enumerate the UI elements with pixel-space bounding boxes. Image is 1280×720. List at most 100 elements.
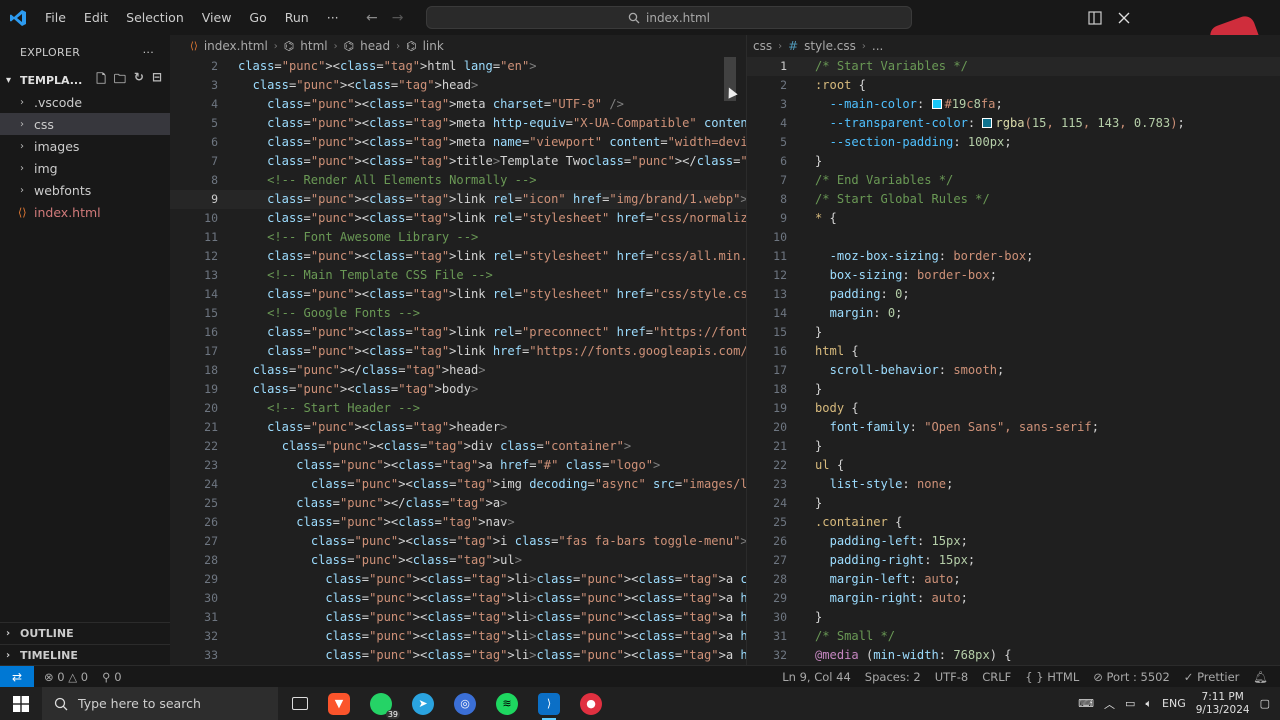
code-line[interactable]: 19 body {: [747, 399, 1280, 418]
breadcrumb-item[interactable]: head: [360, 39, 390, 53]
code-line[interactable]: 14 class="punc"><class="tag">link rel="s…: [170, 285, 746, 304]
code-line[interactable]: 33 class="punc"><class="tag">li>class="p…: [170, 646, 746, 665]
code-line[interactable]: 4 --transparent-color: rgba(15, 115, 143…: [747, 114, 1280, 133]
menu-edit[interactable]: Edit: [75, 0, 117, 35]
code-line[interactable]: 11 -moz-box-sizing: border-box;: [747, 247, 1280, 266]
code-line[interactable]: 30}: [747, 608, 1280, 627]
language-mode[interactable]: { } HTML: [1025, 670, 1079, 684]
language-indicator[interactable]: ENG: [1162, 697, 1186, 710]
code-line[interactable]: 5 class="punc"><class="tag">meta http-eq…: [170, 114, 746, 133]
code-line[interactable]: 26 class="punc"><class="tag">nav>: [170, 513, 746, 532]
code-line[interactable]: 12 box-sizing: border-box;: [747, 266, 1280, 285]
breadcrumb-item[interactable]: css: [753, 39, 772, 53]
code-line[interactable]: 9 class="punc"><class="tag">link rel="ic…: [170, 190, 746, 209]
explorer-more-button[interactable]: ···: [143, 46, 154, 59]
code-area[interactable]: 2 class="punc"><class="tag">html lang="en…: [170, 57, 746, 665]
code-line[interactable]: 2:root {: [747, 76, 1280, 95]
notifications-bell-icon[interactable]: 🔔︎: [1253, 670, 1268, 684]
code-line[interactable]: 28 class="punc"><class="tag">ul>: [170, 551, 746, 570]
code-line[interactable]: 32 @media (min-width: 768px) {: [747, 646, 1280, 665]
code-line[interactable]: 20 font-family: "Open Sans", sans-serif;: [747, 418, 1280, 437]
menu-selection[interactable]: Selection: [117, 0, 193, 35]
code-line[interactable]: 15}: [747, 323, 1280, 342]
new-file-icon[interactable]: 🗋: [96, 70, 106, 91]
network-icon[interactable]: ▭: [1125, 697, 1135, 710]
back-arrow-icon[interactable]: ←: [366, 10, 378, 26]
keyboard-icon[interactable]: ⌨: [1078, 697, 1094, 710]
breadcrumb-item[interactable]: link: [423, 39, 444, 53]
code-line[interactable]: 3 class="punc"><class="tag">head>: [170, 76, 746, 95]
code-line[interactable]: 22 class="punc"><class="tag">div class="…: [170, 437, 746, 456]
code-line[interactable]: 24 class="punc"><class="tag">img decodin…: [170, 475, 746, 494]
telegram-icon[interactable]: ➤: [412, 692, 434, 715]
code-line[interactable]: 32 class="punc"><class="tag">li>class="p…: [170, 627, 746, 646]
end-of-line[interactable]: CRLF: [982, 670, 1011, 684]
show-hidden-icon[interactable]: ︿: [1104, 696, 1115, 712]
browser-icon[interactable]: ◎: [454, 692, 476, 715]
menu-file[interactable]: File: [36, 0, 75, 35]
code-line[interactable]: 13 padding: 0;: [747, 285, 1280, 304]
code-line[interactable]: 23 list-style: none;: [747, 475, 1280, 494]
code-line[interactable]: 8 <!-- Render All Elements Normally -->: [170, 171, 746, 190]
code-line[interactable]: 27 class="punc"><class="tag">i class="fa…: [170, 532, 746, 551]
toggle-layout-icon[interactable]: [1088, 10, 1102, 25]
code-line[interactable]: 13 <!-- Main Template CSS File -->: [170, 266, 746, 285]
code-line[interactable]: 18 class="punc"></class="tag">head>: [170, 361, 746, 380]
live-server-port[interactable]: ⊘ Port : 5502: [1093, 670, 1170, 684]
new-folder-icon[interactable]: 🗀: [114, 70, 126, 91]
code-line[interactable]: 7 class="punc"><class="tag">title>Templa…: [170, 152, 746, 171]
tree-folder-css[interactable]: › css: [0, 113, 170, 135]
volume-icon[interactable]: 🔈︎: [1145, 697, 1152, 711]
code-line[interactable]: 19 class="punc"><class="tag">body>: [170, 380, 746, 399]
spotify-icon[interactable]: ≋: [496, 692, 518, 715]
code-line[interactable]: 17 scroll-behavior: smooth;: [747, 361, 1280, 380]
code-line[interactable]: 22 ul {: [747, 456, 1280, 475]
outline-section[interactable]: › OUTLINE: [0, 622, 170, 644]
code-line[interactable]: 23 class="punc"><class="tag">a href="#" …: [170, 456, 746, 475]
code-line[interactable]: 30 class="punc"><class="tag">li>class="p…: [170, 589, 746, 608]
code-line[interactable]: 25 .container {: [747, 513, 1280, 532]
code-line[interactable]: 21 class="punc"><class="tag">header>: [170, 418, 746, 437]
code-line[interactable]: 6 class="punc"><class="tag">meta name="v…: [170, 133, 746, 152]
code-line[interactable]: 27 padding-right: 15px;: [747, 551, 1280, 570]
indentation[interactable]: Spaces: 2: [865, 670, 921, 684]
code-line[interactable]: 29 margin-right: auto;: [747, 589, 1280, 608]
code-line[interactable]: 4 class="punc"><class="tag">meta charset…: [170, 95, 746, 114]
tree-folder-img[interactable]: › img: [0, 157, 170, 179]
code-line[interactable]: 10: [747, 228, 1280, 247]
vscode-taskbar-icon[interactable]: ⟩: [538, 692, 560, 720]
breadcrumb-item[interactable]: index.html: [204, 39, 268, 53]
refresh-icon[interactable]: ↻: [134, 70, 144, 91]
task-view-icon[interactable]: [292, 697, 308, 710]
close-icon[interactable]: [1118, 12, 1130, 24]
code-line[interactable]: 16 html {: [747, 342, 1280, 361]
tree-folder-images[interactable]: › images: [0, 135, 170, 157]
code-line[interactable]: 8 /* Start Global Rules */: [747, 190, 1280, 209]
code-line[interactable]: 31 /* Small */: [747, 627, 1280, 646]
menu-go[interactable]: Go: [240, 0, 275, 35]
code-line[interactable]: 25 class="punc"></class="tag">a>: [170, 494, 746, 513]
code-line[interactable]: 2 class="punc"><class="tag">html lang="en…: [170, 57, 746, 76]
problems-indicator[interactable]: ⊗ 0 △ 0: [44, 670, 88, 684]
taskbar-search[interactable]: Type here to search: [42, 687, 278, 720]
code-line[interactable]: 12 class="punc"><class="tag">link rel="s…: [170, 247, 746, 266]
menu-run[interactable]: Run: [276, 0, 318, 35]
code-line[interactable]: 24}: [747, 494, 1280, 513]
code-line[interactable]: 9 * {: [747, 209, 1280, 228]
code-line[interactable]: 20 <!-- Start Header -->: [170, 399, 746, 418]
tree-folder-vscode[interactable]: › .vscode: [0, 91, 170, 113]
screen-recorder-icon[interactable]: ●: [580, 692, 602, 715]
code-line[interactable]: 29 class="punc"><class="tag">li>class="p…: [170, 570, 746, 589]
code-line[interactable]: 26 padding-left: 15px;: [747, 532, 1280, 551]
menu-view[interactable]: View: [193, 0, 241, 35]
code-line[interactable]: 14 margin: 0;: [747, 304, 1280, 323]
code-line[interactable]: 15 <!-- Google Fonts -->: [170, 304, 746, 323]
ports-indicator[interactable]: ⚲ 0: [102, 670, 121, 684]
brave-browser-icon[interactable]: ▼: [328, 692, 350, 715]
menu-more[interactable]: ···: [318, 0, 348, 35]
code-line[interactable]: 7 /* End Variables */: [747, 171, 1280, 190]
code-line[interactable]: 5 --section-padding: 100px;: [747, 133, 1280, 152]
command-center[interactable]: index.html: [426, 6, 912, 29]
windows-start-icon[interactable]: [0, 687, 42, 720]
code-line[interactable]: 17 class="punc"><class="tag">link href="…: [170, 342, 746, 361]
